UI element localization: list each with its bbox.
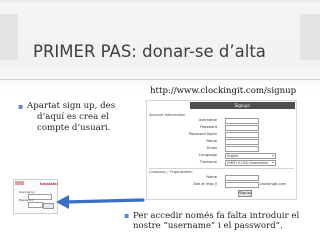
bullet-square-icon: ▪ <box>18 102 24 111</box>
company-name-input[interactable] <box>225 175 259 181</box>
bullet-line: compte d’usuari. <box>37 123 111 133</box>
bullet-square-icon: ▪ <box>124 211 130 220</box>
form-separator <box>149 168 294 169</box>
company-name-label: Name <box>206 175 217 179</box>
signup-form-screenshot: Signup! Account Information Username Pas… <box>146 100 297 200</box>
right-decoration-block <box>300 14 320 60</box>
login-password-input[interactable] <box>28 202 43 208</box>
name-label: Name <box>206 139 217 143</box>
site-suffix: .clockingit.com <box>259 182 287 186</box>
login-button[interactable] <box>43 203 54 209</box>
password-again-input[interactable] <box>225 132 259 138</box>
bullet-signup-info: ▪ Apartat sign up, des d’aquí es crea el… <box>18 101 137 134</box>
bullet-line: Per accedir només fa falta introduir el <box>133 211 300 221</box>
bullet-line: nostre “username” i el password”. <box>133 221 283 231</box>
top-decoration-bar <box>0 0 320 3</box>
timezone-select[interactable]: (GMT+01:00) Amsterdam <box>225 160 276 166</box>
language-label: Language <box>199 153 217 157</box>
email-label: Email <box>207 146 217 150</box>
arrow-shaft <box>63 198 145 204</box>
slide-title: PRIMER PAS: donar-se d’alta <box>33 42 266 61</box>
signup-url: http://www.clockingit.com/signup <box>150 86 297 96</box>
left-decoration-block <box>0 14 18 60</box>
password-again-label: Password Again <box>188 132 217 136</box>
language-select[interactable]: English <box>225 153 276 159</box>
login-screenshot-thumbnail: ipsalalal Username Password <box>13 179 58 214</box>
timezone-label: Timezone <box>199 160 217 164</box>
name-input[interactable] <box>225 139 259 145</box>
password-label: Password <box>200 125 217 129</box>
bullet-login-info: ▪ Per accedir només fa falta introduir e… <box>124 211 318 231</box>
username-input[interactable] <box>225 118 259 124</box>
site-label: Site at http:// <box>193 182 217 186</box>
email-input[interactable] <box>225 146 259 152</box>
section-company-label: Company / Organization <box>149 170 193 174</box>
signup-header: Signup! <box>190 102 295 109</box>
bullet-line: d’aquí es crea el <box>37 112 109 122</box>
password-input[interactable] <box>225 125 259 131</box>
title-divider <box>0 79 320 80</box>
logo-icon <box>15 181 24 185</box>
username-label: Username <box>198 118 217 122</box>
site-input[interactable] <box>225 182 259 188</box>
bullet-line: Apartat sign up, des <box>27 101 116 111</box>
login-title: ipsalalal <box>40 181 58 186</box>
signup-button[interactable]: Signup <box>238 190 252 197</box>
section-account-label: Account Information <box>149 113 186 117</box>
